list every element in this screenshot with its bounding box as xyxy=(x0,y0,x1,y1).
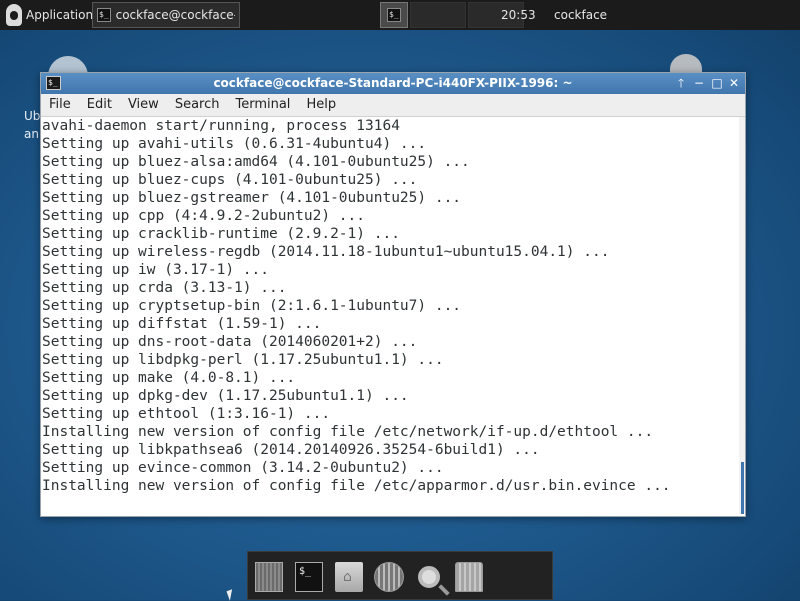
close-button[interactable]: ✕ xyxy=(726,75,742,91)
terminal-line: Setting up diffstat (1.59-1) ... xyxy=(42,316,322,332)
clock[interactable]: 20:53 xyxy=(501,0,536,30)
dock-web-browser[interactable] xyxy=(372,557,406,597)
terminal-line: Setting up evince-common (3.14.2-0ubuntu… xyxy=(42,460,444,476)
user-menu[interactable]: cockface xyxy=(554,0,607,30)
terminal-line: Setting up cracklib-runtime (2.9.2-1) ..… xyxy=(42,226,400,242)
maximize-button[interactable]: □ xyxy=(709,75,725,91)
terminal-icon: $_ xyxy=(387,8,401,22)
workspace-1[interactable]: $_ xyxy=(380,2,408,28)
menu-edit[interactable]: Edit xyxy=(79,94,120,116)
scrollbar-thumb[interactable] xyxy=(741,462,744,514)
menu-view[interactable]: View xyxy=(120,94,167,116)
dock-file-manager[interactable] xyxy=(332,557,366,597)
folder-icon xyxy=(455,562,483,592)
dock-show-desktop[interactable] xyxy=(252,557,286,597)
desktop-label-line-1: Ub xyxy=(24,109,41,123)
minimize-button[interactable]: − xyxy=(691,75,707,91)
terminal-line: Setting up bluez-alsa:amd64 (4.101-0ubun… xyxy=(42,154,470,170)
terminal-line: Setting up iw (3.17-1) ... xyxy=(42,262,269,278)
dock-app-finder[interactable] xyxy=(412,557,446,597)
mouse-pointer-icon xyxy=(226,589,236,601)
terminal-line: Setting up libkpathsea6 (2014.20140926.3… xyxy=(42,442,540,458)
desktop-icon-label[interactable]: Ub an xyxy=(24,107,40,143)
show-desktop-icon xyxy=(255,562,283,592)
terminal-line: avahi-daemon start/running, process 1316… xyxy=(42,118,400,134)
terminal-line: Setting up cpp (4:4.9.2-2ubuntu2) ... xyxy=(42,208,366,224)
terminal-line: Setting up bluez-cups (4.101-0ubuntu25) … xyxy=(42,172,418,188)
terminal-icon: $_ xyxy=(295,562,323,592)
terminal-line: Setting up ethtool (1:3.16-1) ... xyxy=(42,406,331,422)
shade-button[interactable]: 🡑 xyxy=(673,75,689,91)
menu-file[interactable]: File xyxy=(41,94,79,116)
home-folder-icon xyxy=(335,562,363,592)
terminal-line: Setting up crda (3.13-1) ... xyxy=(42,280,287,296)
workspace-2[interactable] xyxy=(410,2,466,28)
terminal-icon: $_ xyxy=(97,8,111,22)
terminal-window: $_ cockface@cockface-Standard-PC-i440FX-… xyxy=(40,72,746,517)
dock: $_ xyxy=(247,551,553,600)
terminal-line: Setting up bluez-gstreamer (4.101-0ubunt… xyxy=(42,190,462,206)
dock-folder[interactable] xyxy=(452,557,486,597)
dock-terminal[interactable]: $_ xyxy=(292,557,326,597)
window-titlebar[interactable]: $_ cockface@cockface-Standard-PC-i440FX-… xyxy=(41,73,745,94)
terminal-line: Setting up make (4.0-8.1) ... xyxy=(42,370,296,386)
menu-help[interactable]: Help xyxy=(298,94,344,116)
terminal-output[interactable]: avahi-daemon start/running, process 1316… xyxy=(41,117,740,514)
terminal-line: Setting up dpkg-dev (1.17.25ubuntu1.1) .… xyxy=(42,388,409,404)
terminal-scrollbar[interactable] xyxy=(739,117,745,514)
terminal-line: Setting up libdpkg-perl (1.17.25ubuntu1.… xyxy=(42,352,444,368)
top-panel: Applications $_ cockface@cockface-Sta...… xyxy=(0,0,800,30)
taskbar-terminal-button[interactable]: $_ cockface@cockface-Sta... xyxy=(92,2,240,28)
menu-search[interactable]: Search xyxy=(167,94,228,116)
desktop-label-line-2: an xyxy=(24,127,39,141)
window-title: cockface@cockface-Standard-PC-i440FX-PII… xyxy=(213,76,573,90)
terminal-line: Setting up wireless-regdb (2014.11.18-1u… xyxy=(42,244,610,260)
terminal-line: Setting up avahi-utils (0.6.31-4ubuntu4)… xyxy=(42,136,427,152)
terminal-line: Installing new version of config file /e… xyxy=(42,478,671,494)
applications-label: Applications xyxy=(26,8,100,22)
terminal-line: Installing new version of config file /e… xyxy=(42,424,654,440)
xfce-logo-icon xyxy=(6,4,22,26)
menu-terminal[interactable]: Terminal xyxy=(227,94,298,116)
magnifier-icon xyxy=(418,566,440,588)
applications-menu[interactable]: Applications xyxy=(2,0,103,30)
terminal-line: Setting up cryptsetup-bin (2:1.6.1-1ubun… xyxy=(42,298,462,314)
menu-bar: File Edit View Search Terminal Help xyxy=(41,94,745,117)
globe-icon xyxy=(374,562,404,592)
taskbar-terminal-label: cockface@cockface-Sta... xyxy=(115,8,235,22)
terminal-line: Setting up dns-root-data (2014060201+2) … xyxy=(42,334,418,350)
